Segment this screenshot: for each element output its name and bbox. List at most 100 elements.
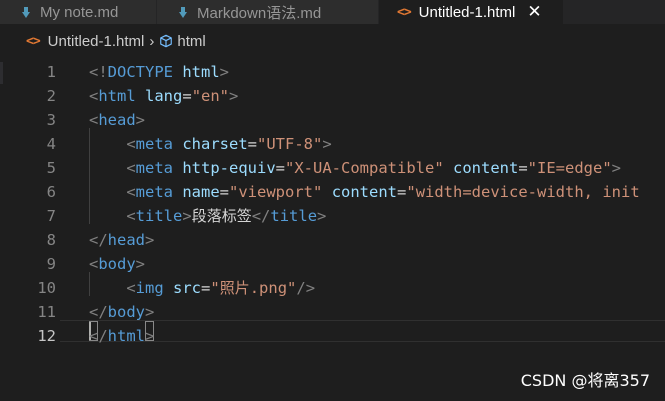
code-token: " xyxy=(210,279,220,297)
editor-window: My note.md Markdown语法.md <> Untitled-1.h… xyxy=(0,0,665,401)
code-token: < xyxy=(126,183,136,201)
code-line[interactable]: 11 </body> xyxy=(0,300,665,324)
code-token: content xyxy=(331,183,398,201)
line-number: 8 xyxy=(46,231,56,249)
code-line[interactable]: 4 <meta charset="UTF-8"> xyxy=(0,132,665,156)
code-line[interactable]: 10 <img src="照片.png"/> xyxy=(0,276,665,300)
code-token: "en" xyxy=(191,87,230,105)
code-token: meta xyxy=(135,183,173,201)
code-token: </ xyxy=(251,207,271,225)
code-token: body xyxy=(107,303,145,321)
markdown-icon xyxy=(22,6,30,18)
code-token: .png" xyxy=(249,279,297,297)
close-icon[interactable]: ✕ xyxy=(527,2,541,22)
code-token: "IE=edge" xyxy=(527,159,612,177)
code-token: </ xyxy=(89,231,108,249)
code-token: = xyxy=(275,159,286,177)
code-token: > xyxy=(145,303,155,321)
code-line[interactable]: 1 <!DOCTYPE html> xyxy=(0,60,665,84)
code-token: "width=device-width, init xyxy=(406,183,640,201)
line-number: 9 xyxy=(46,255,56,273)
code-line[interactable]: 6 <meta name="viewport" content="width=d… xyxy=(0,180,665,204)
code-text: <head> xyxy=(89,108,145,132)
html-icon: <> xyxy=(397,4,412,20)
code-line[interactable]: 7 <title>段落标签</title> xyxy=(0,204,665,228)
code-line[interactable]: 8 </head> xyxy=(0,228,665,252)
code-line[interactable]: 2 <html lang="en"> xyxy=(0,84,665,108)
tab-my-note[interactable]: My note.md xyxy=(0,0,157,24)
breadcrumb-file[interactable]: Untitled-1.html xyxy=(48,33,145,50)
code-token: 段落标签 xyxy=(191,207,252,225)
code-text: <body> xyxy=(89,252,145,276)
watermark: CSDN @将离357 xyxy=(520,371,650,390)
chevron-right-icon: › xyxy=(149,32,155,50)
code-text: <meta http-equiv="X-UA-Compatible" conte… xyxy=(89,156,621,180)
code-editor[interactable]: 1 <!DOCTYPE html> 2 <html lang="en"> 3 <head>… xyxy=(0,58,665,401)
code-token: name xyxy=(182,183,220,201)
code-line[interactable]: 5 <meta http-equiv="X-UA-Compatible" con… xyxy=(0,156,665,180)
code-token: > xyxy=(611,159,622,177)
code-token: "viewport" xyxy=(229,183,323,201)
code-token: src xyxy=(173,279,202,297)
code-token: < xyxy=(126,207,136,225)
code-text: <title>段落标签</title> xyxy=(89,204,326,228)
code-token: "UTF-8" xyxy=(257,135,323,153)
code-token: > xyxy=(219,63,230,81)
code-line[interactable]: 9 <body> xyxy=(0,252,665,276)
line-number: 3 xyxy=(46,111,56,129)
code-token: </ xyxy=(89,327,108,345)
line-number: 5 xyxy=(46,159,56,177)
code-token: < xyxy=(126,159,136,177)
code-token: <! xyxy=(89,63,108,81)
code-text: <html lang="en"> xyxy=(89,84,238,108)
html-icon: <> xyxy=(26,33,41,49)
code-token: charset xyxy=(182,135,248,153)
line-number: 10 xyxy=(37,279,56,297)
tab-markdown-syntax[interactable]: Markdown语法.md xyxy=(157,0,379,24)
code-token: = xyxy=(182,87,192,105)
code-token: = xyxy=(397,183,407,201)
code-token: = xyxy=(247,135,258,153)
code-token: meta xyxy=(135,159,173,177)
code-token: DOCTYPE xyxy=(107,63,173,81)
code-text: <meta name="viewport" content="width=dev… xyxy=(89,180,640,204)
code-token: http-equiv xyxy=(182,159,276,177)
line-number: 6 xyxy=(46,183,56,201)
code-token: = xyxy=(518,159,528,177)
code-token: content xyxy=(453,159,519,177)
code-token: > xyxy=(135,255,146,273)
code-token: > xyxy=(145,327,155,345)
code-text: </body> xyxy=(89,300,154,324)
cube-icon xyxy=(160,34,173,48)
code-token: < xyxy=(89,255,99,273)
code-token: = xyxy=(201,279,211,297)
code-line[interactable]: 3 <head> xyxy=(0,108,665,132)
code-token: < xyxy=(126,279,136,297)
tab-label: Untitled-1.html xyxy=(418,3,516,21)
line-number: 2 xyxy=(46,87,56,105)
breadcrumb-element[interactable]: html xyxy=(177,33,205,50)
code-token: > xyxy=(317,207,327,225)
line-number: 12 xyxy=(37,327,56,345)
markdown-icon xyxy=(179,6,187,18)
code-line[interactable]: 12 </html> xyxy=(0,324,665,348)
code-token: title xyxy=(135,207,183,225)
breadcrumb: <> Untitled-1.html › html xyxy=(0,24,665,58)
code-token: /> xyxy=(296,279,316,297)
code-token: html xyxy=(98,87,136,105)
code-token: > xyxy=(322,135,332,153)
tab-untitled-html[interactable]: <> Untitled-1.html ✕ xyxy=(379,0,564,24)
code-token: > xyxy=(182,207,192,225)
code-token: html xyxy=(107,327,145,345)
code-token: meta xyxy=(135,135,173,153)
code-token: </ xyxy=(89,303,108,321)
